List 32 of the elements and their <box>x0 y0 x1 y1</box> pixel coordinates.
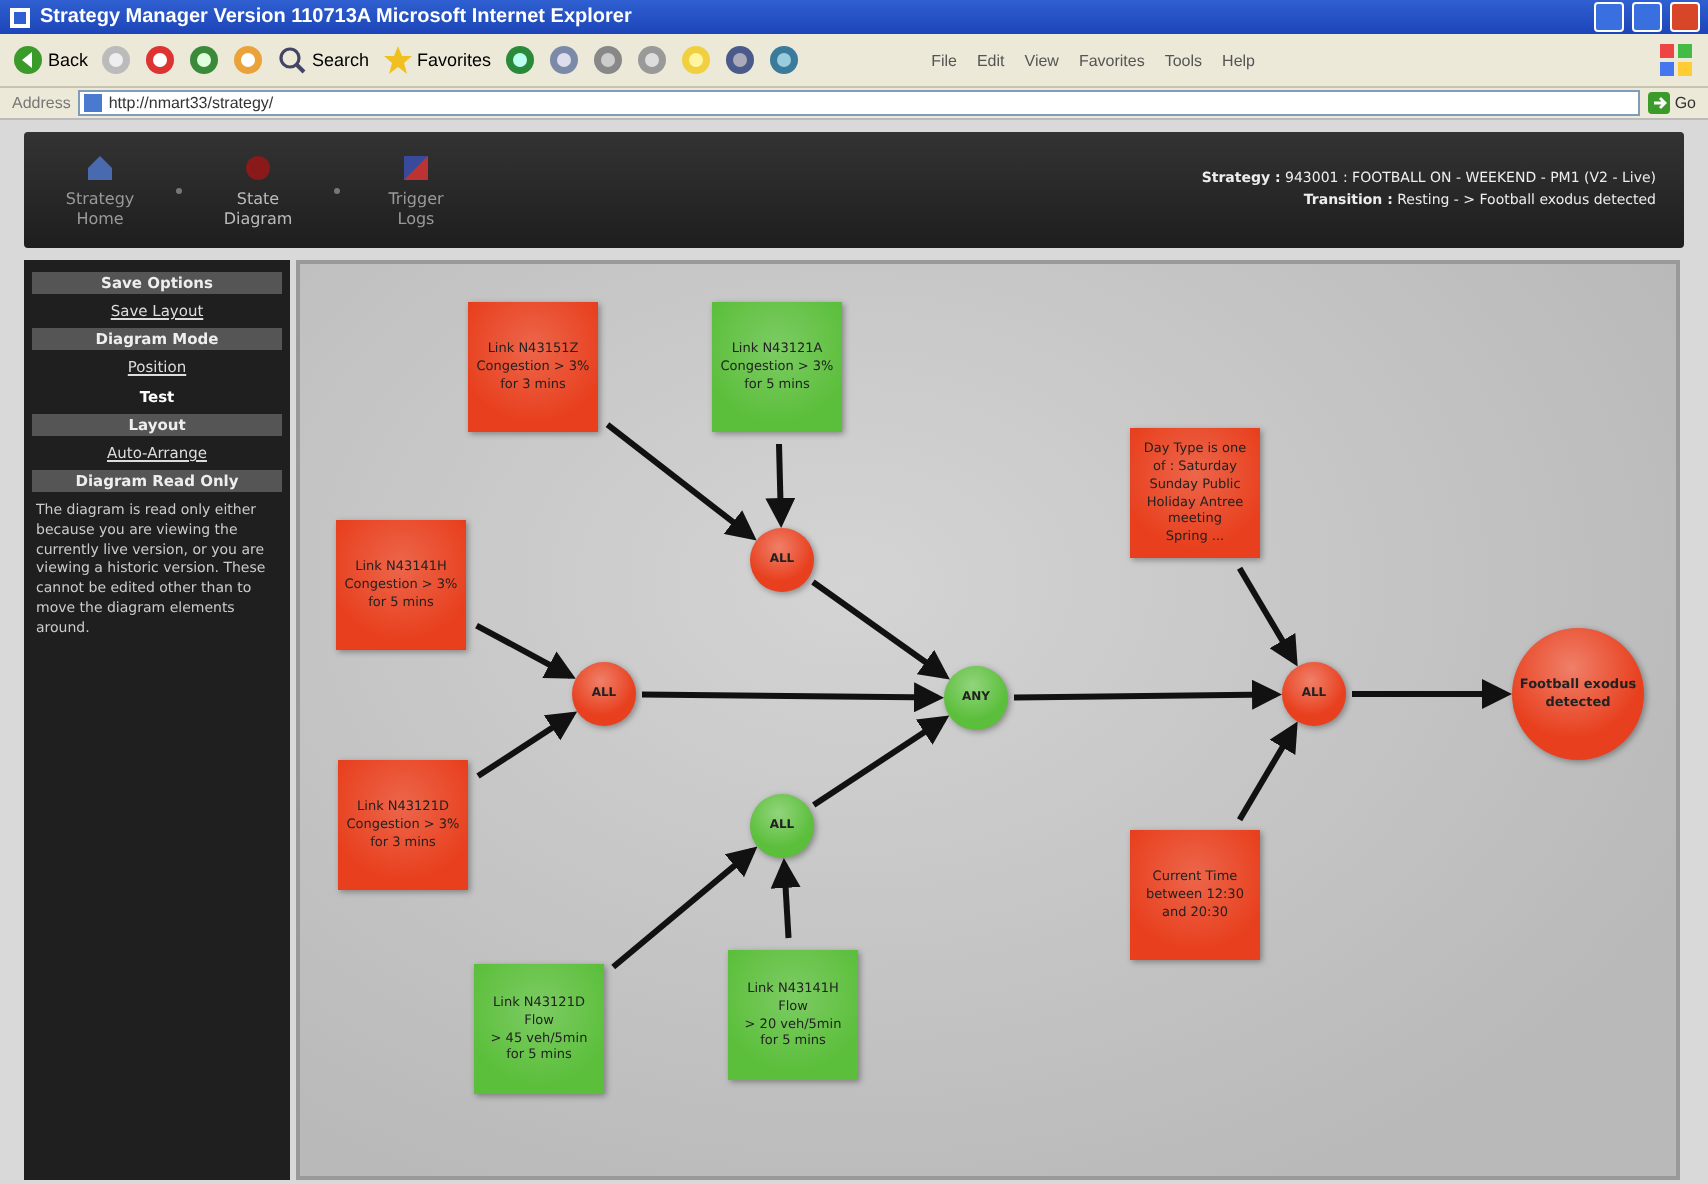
menu-item[interactable]: File <box>931 51 957 69</box>
arrow <box>1237 566 1298 667</box>
back-button[interactable]: Back <box>12 44 89 76</box>
arrow <box>476 711 578 779</box>
menu-item[interactable]: Tools <box>1164 51 1203 69</box>
menu-item[interactable]: View <box>1024 51 1059 69</box>
menu-item[interactable]: Edit <box>976 51 1005 69</box>
star-icon <box>381 44 414 76</box>
window-title: Strategy Manager Version 110713A Microsoft Internet Explorer <box>40 6 632 28</box>
maximize-button[interactable] <box>1632 2 1662 32</box>
search-button[interactable]: Search <box>276 44 370 76</box>
arrow <box>475 622 576 679</box>
arrow <box>765 443 796 528</box>
menu-item[interactable]: Help <box>1222 51 1255 69</box>
go-arrow-icon <box>1648 92 1671 114</box>
address-label: Address <box>12 94 71 112</box>
nav-tab[interactable]: Trigger Logs <box>368 151 464 229</box>
address-field[interactable]: http://nmart33/strategy/ <box>78 90 1641 116</box>
nav-tab[interactable]: Strategy Home <box>52 151 148 229</box>
circle-icon <box>242 151 274 184</box>
arrow <box>770 857 801 939</box>
nav-tab[interactable]: State Diagram <box>210 151 306 229</box>
close-button[interactable] <box>1670 2 1700 32</box>
menu-item[interactable]: Favorites <box>1078 51 1145 69</box>
page-icon <box>84 94 103 112</box>
minimize-button[interactable] <box>1594 2 1624 32</box>
app-icon <box>8 5 32 29</box>
favorites-button[interactable]: Favorites <box>381 44 492 76</box>
windows-logo-icon <box>1656 40 1696 80</box>
go-button[interactable]: Go <box>1648 92 1696 114</box>
arrow <box>1237 721 1298 822</box>
search-icon <box>276 44 309 76</box>
